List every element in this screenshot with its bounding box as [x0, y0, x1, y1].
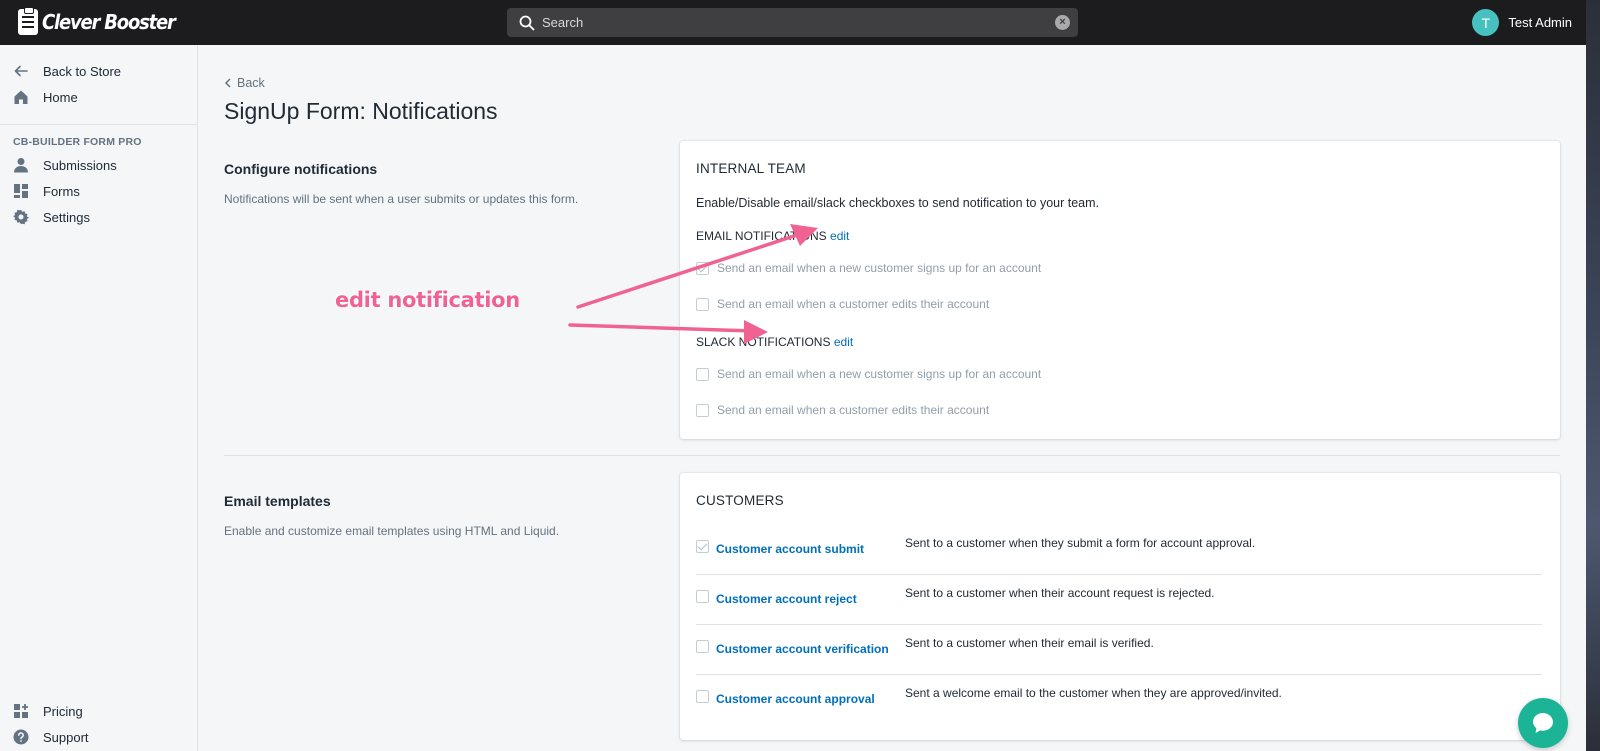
search-input[interactable]	[542, 8, 1042, 37]
sidebar-item-label: Support	[43, 729, 89, 745]
sidebar-item-label: Home	[43, 89, 78, 105]
slack-option-row[interactable]: Send an email when a customer edits thei…	[696, 403, 989, 417]
email-option-row[interactable]: Send an email when a customer edits thei…	[696, 297, 989, 311]
customers-heading: CUSTOMERS	[696, 493, 784, 508]
configure-section-title: Configure notifications	[224, 161, 378, 177]
email-edit-link[interactable]: edit	[830, 229, 849, 243]
slack-signup-checkbox[interactable]	[696, 367, 709, 381]
home-icon	[13, 89, 29, 105]
clipboard-icon	[18, 7, 38, 35]
template-name-link[interactable]: Customer account approval	[716, 692, 875, 706]
email-edit-checkbox[interactable]	[696, 297, 709, 311]
sidebar-item-label: Forms	[43, 183, 80, 199]
slack-notifications-label: SLACK NOTIFICATIONS	[696, 335, 831, 349]
email-option-row[interactable]: Send an email when a new customer signs …	[696, 261, 1041, 275]
internal-team-card: INTERNAL TEAM Enable/Disable email/slack…	[680, 141, 1560, 439]
user-icon	[13, 157, 29, 173]
customers-card: CUSTOMERS Customer account submit Sent t…	[680, 473, 1560, 740]
configure-section-description: Notifications will be sent when a user s…	[224, 192, 579, 206]
help-icon	[13, 729, 29, 745]
chevron-left-icon	[224, 78, 231, 88]
internal-team-heading: INTERNAL TEAM	[696, 161, 806, 176]
page-title: SignUp Form: Notifications	[224, 98, 498, 124]
template-row: Customer account verification Sent to a …	[696, 622, 1542, 671]
sidebar-item-submissions[interactable]: Submissions	[0, 153, 198, 177]
sidebar-section-title: CB-BUILDER FORM PRO	[13, 136, 142, 148]
section-divider	[224, 455, 1560, 456]
top-bar: Clever Booster × T Test Admin	[0, 0, 1600, 45]
user-menu[interactable]: T Test Admin	[1472, 9, 1572, 36]
search-bar: ×	[507, 8, 1078, 37]
email-option-label: Send an email when a customer edits thei…	[717, 297, 990, 311]
template-row: Customer account approval Sent a welcome…	[696, 672, 1542, 721]
sidebar-item-pricing[interactable]: Pricing	[0, 699, 198, 723]
slack-option-label: Send an email when a customer edits thei…	[717, 403, 990, 417]
slack-edit-checkbox[interactable]	[696, 403, 709, 417]
sidebar-item-home[interactable]: Home	[0, 85, 198, 109]
sidebar: Back to Store Home CB-BUILDER FORM PRO S…	[0, 45, 198, 751]
template-enable-checkbox[interactable]	[696, 540, 709, 553]
sidebar-item-settings[interactable]: Settings	[0, 205, 198, 229]
template-row: Customer account reject Sent to a custom…	[696, 572, 1542, 621]
template-enable-checkbox[interactable]	[696, 590, 709, 603]
gear-icon	[13, 209, 29, 225]
template-name-link[interactable]: Customer account reject	[716, 592, 857, 606]
slack-option-label: Send an email when a new customer signs …	[717, 367, 1042, 381]
slack-notifications-heading: SLACK NOTIFICATIONS edit	[696, 335, 853, 349]
sidebar-item-label: Pricing	[43, 703, 83, 719]
slack-option-row[interactable]: Send an email when a new customer signs …	[696, 367, 1041, 381]
chat-bubble-icon	[1533, 713, 1553, 733]
templates-section-description: Enable and customize email templates usi…	[224, 524, 560, 538]
apps-icon	[13, 703, 29, 719]
template-row: Customer account submit Sent to a custom…	[696, 522, 1542, 571]
email-notifications-label: EMAIL NOTIFICATIONS	[696, 229, 827, 243]
desktop-edge	[1586, 0, 1600, 751]
sidebar-item-label: Settings	[43, 209, 90, 225]
template-enable-checkbox[interactable]	[696, 640, 709, 653]
email-signup-checkbox[interactable]	[696, 261, 709, 275]
sidebar-item-back-to-store[interactable]: Back to Store	[0, 59, 198, 83]
templates-section-title: Email templates	[224, 493, 331, 509]
arrow-left-icon	[13, 63, 29, 79]
template-description: Sent to a customer when their email is v…	[905, 636, 1154, 650]
avatar: T	[1472, 9, 1500, 36]
template-name-link[interactable]: Customer account submit	[716, 542, 864, 556]
search-icon	[519, 15, 535, 31]
email-notifications-heading: EMAIL NOTIFICATIONS edit	[696, 229, 849, 243]
back-link[interactable]: Back	[224, 76, 265, 90]
app-name: Clever Booster	[42, 9, 176, 35]
sidebar-item-support[interactable]: Support	[0, 725, 198, 749]
email-option-label: Send an email when a new customer signs …	[717, 261, 1042, 275]
sidebar-divider	[0, 124, 197, 125]
template-description: Sent to a customer when they submit a fo…	[905, 536, 1256, 550]
forms-icon	[13, 183, 29, 199]
sidebar-item-forms[interactable]: Forms	[0, 179, 198, 203]
clear-search-icon[interactable]: ×	[1055, 15, 1070, 30]
sidebar-item-label: Back to Store	[43, 63, 122, 79]
annotation-label: edit notification	[335, 288, 520, 312]
back-link-label: Back	[237, 76, 265, 90]
app-logo[interactable]: Clever Booster	[18, 7, 176, 37]
user-name: Test Admin	[1508, 15, 1572, 30]
slack-edit-link[interactable]: edit	[834, 335, 853, 349]
template-description: Sent a welcome email to the customer whe…	[905, 686, 1282, 700]
internal-team-description: Enable/Disable email/slack checkboxes to…	[696, 196, 1099, 210]
sidebar-item-label: Submissions	[43, 157, 117, 173]
template-name-link[interactable]: Customer account verification	[716, 642, 889, 656]
template-enable-checkbox[interactable]	[696, 690, 709, 703]
chat-button[interactable]	[1518, 698, 1568, 748]
template-description: Sent to a customer when their account re…	[905, 586, 1215, 600]
